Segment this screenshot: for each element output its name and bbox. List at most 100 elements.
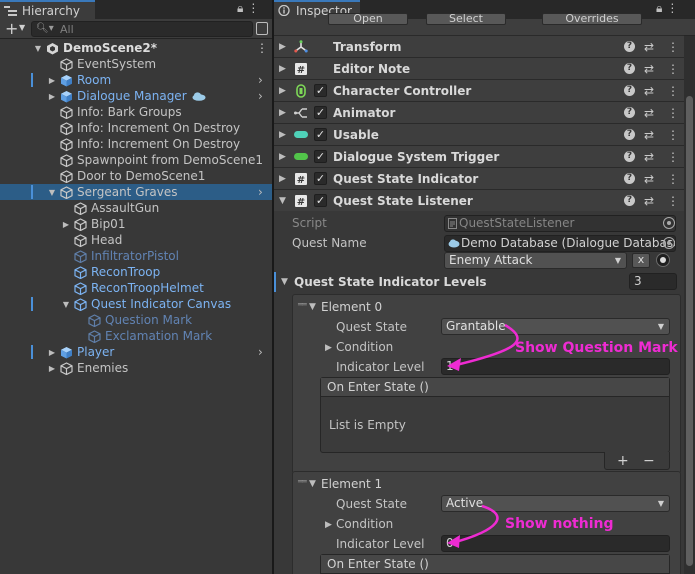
component-enabled-checkbox[interactable]: ✓ [314, 106, 327, 119]
hierarchy-row[interactable]: ▶ Bip01 [0, 216, 272, 232]
component-header[interactable]: ▶ ✓ Dialogue System Trigger? ⇄ ⋮ [274, 145, 684, 167]
hierarchy-tab[interactable]: Hierarchy [0, 0, 95, 19]
kebab-menu-icon[interactable]: ⋮ [667, 84, 679, 98]
script-object-picker-icon[interactable] [663, 217, 675, 229]
fold-closed-icon[interactable]: ▶ [279, 152, 286, 162]
component-header[interactable]: ▶ # ✓ Quest State Indicator? ⇄ ⋮ [274, 167, 684, 189]
component-enabled-checkbox[interactable]: ✓ [314, 194, 327, 207]
lock-icon[interactable]: 🔒︎ [237, 1, 243, 16]
kebab-menu-icon[interactable]: ⋮ [256, 41, 268, 55]
presets-icon[interactable]: ⇄ [644, 84, 654, 98]
quest-state-dropdown[interactable]: Grantable ▼ [441, 318, 670, 335]
fold-open-icon[interactable]: ▼ [47, 188, 57, 197]
quest-state-dropdown[interactable]: Active ▼ [441, 495, 670, 512]
hierarchy-row[interactable]: Info: Increment On Destroy [0, 120, 272, 136]
hierarchy-row[interactable]: ▶ Enemies [0, 360, 272, 376]
component-header[interactable]: ▶ ✓ Usable? ⇄ ⋮ [274, 123, 684, 145]
prefab-select-button[interactable]: Select [426, 13, 506, 25]
component-header[interactable]: ▶ ✓ Animator? ⇄ ⋮ [274, 101, 684, 123]
add-dropdown-caret-icon[interactable]: ▼ [19, 23, 25, 32]
component-header[interactable]: ▼ # ✓ Quest State Listener? ⇄ ⋮ [274, 189, 684, 211]
fold-closed-icon[interactable]: ▶ [279, 174, 286, 184]
fold-closed-icon[interactable]: ▶ [325, 520, 332, 530]
prefab-open-button[interactable]: Open [328, 13, 408, 25]
add-icon[interactable]: + [617, 453, 629, 469]
lock-icon[interactable]: 🔒︎ [656, 1, 662, 16]
help-icon[interactable]: ? [624, 41, 635, 52]
hierarchy-row[interactable]: ▶ Dialogue Manager › [0, 88, 272, 104]
presets-icon[interactable]: ⇄ [644, 194, 654, 208]
presets-icon[interactable]: ⇄ [644, 150, 654, 164]
add-icon[interactable]: + [5, 20, 18, 37]
kebab-menu-icon[interactable]: ⋮ [667, 40, 679, 54]
hierarchy-row[interactable]: Question Mark [0, 312, 272, 328]
fold-closed-icon[interactable]: ▶ [47, 348, 57, 357]
help-icon[interactable]: ? [624, 173, 635, 184]
kebab-menu-icon[interactable]: ⋮ [667, 150, 679, 164]
help-icon[interactable]: ? [624, 151, 635, 162]
hierarchy-row[interactable]: ReconTroopHelmet [0, 280, 272, 296]
hierarchy-row[interactable]: Info: Bark Groups [0, 104, 272, 120]
chevron-right-icon[interactable]: › [258, 89, 263, 103]
fold-open-icon[interactable]: ▼ [279, 196, 286, 206]
hierarchy-row[interactable]: AssaultGun [0, 200, 272, 216]
component-enabled-checkbox[interactable]: ✓ [314, 128, 327, 141]
quest-picker-icon[interactable] [656, 253, 670, 267]
fold-open-icon[interactable]: ▼ [61, 300, 71, 309]
hierarchy-row[interactable]: Head [0, 232, 272, 248]
kebab-menu-icon[interactable]: ⋮ [667, 62, 679, 76]
component-header[interactable]: ▶ ✓ Character Controller? ⇄ ⋮ [274, 79, 684, 101]
fold-open-icon[interactable]: ▼ [309, 479, 316, 489]
kebab-menu-icon[interactable]: ⋮ [667, 128, 679, 142]
hierarchy-row[interactable]: ▼ Quest Indicator Canvas [0, 296, 272, 312]
chevron-right-icon[interactable]: › [258, 345, 263, 359]
presets-icon[interactable]: ⇄ [644, 40, 654, 54]
levels-header[interactable]: ▼ Quest State Indicator Levels [274, 271, 684, 293]
fold-closed-icon[interactable]: ▶ [61, 220, 71, 229]
levels-count-field[interactable]: 3 [629, 273, 677, 290]
hierarchy-row[interactable]: ▼ DemoScene2* ⋮ [0, 40, 272, 56]
chevron-right-icon[interactable]: › [258, 73, 263, 87]
scrollbar-thumb[interactable] [686, 96, 693, 566]
hierarchy-row[interactable]: EventSystem [0, 56, 272, 72]
indicator-level-field[interactable]: 0 [441, 535, 670, 552]
fold-closed-icon[interactable]: ▶ [47, 92, 57, 101]
fold-closed-icon[interactable]: ▶ [279, 108, 286, 118]
component-header[interactable]: ▶ Transform? ⇄ ⋮ [274, 35, 684, 57]
fold-open-icon[interactable]: ▼ [309, 302, 316, 312]
database-object-picker-icon[interactable] [663, 237, 675, 249]
presets-icon[interactable]: ⇄ [644, 172, 654, 186]
chevron-right-icon[interactable]: › [258, 185, 263, 199]
remove-icon[interactable]: − [643, 453, 655, 469]
help-icon[interactable]: ? [624, 107, 635, 118]
drag-handle-icon[interactable]: ══ [298, 477, 307, 486]
fold-closed-icon[interactable]: ▶ [325, 343, 332, 353]
inspector-scrollbar[interactable] [684, 36, 695, 574]
kebab-menu-icon[interactable]: ⋮ [247, 1, 259, 16]
help-icon[interactable]: ? [624, 195, 635, 206]
kebab-menu-icon[interactable]: ⋮ [667, 106, 679, 120]
component-enabled-checkbox[interactable]: ✓ [314, 172, 327, 185]
hierarchy-row[interactable]: ▶ Room › [0, 72, 272, 88]
hierarchy-search-input[interactable] [60, 22, 248, 36]
fold-open-icon[interactable]: ▼ [33, 44, 43, 53]
help-icon[interactable]: ? [624, 85, 635, 96]
component-header[interactable]: ▶ # Editor Note? ⇄ ⋮ [274, 57, 684, 79]
indicator-level-field[interactable]: 1 [441, 358, 670, 375]
presets-icon[interactable]: ⇄ [644, 106, 654, 120]
hierarchy-row[interactable]: ReconTroop [0, 264, 272, 280]
script-field[interactable]: QuestStateListener [444, 215, 676, 232]
prefab-overrides-button[interactable]: Overrides [542, 13, 642, 25]
hierarchy-row[interactable]: Info: Increment On Destroy [0, 136, 272, 152]
fold-closed-icon[interactable]: ▶ [279, 130, 286, 140]
kebab-menu-icon[interactable]: ⋮ [667, 172, 679, 186]
help-icon[interactable]: ? [624, 129, 635, 140]
hierarchy-row[interactable]: Door to DemoScene1 [0, 168, 272, 184]
quest-database-field[interactable]: Demo Database (Dialogue Database [444, 235, 676, 252]
fold-closed-icon[interactable]: ▶ [47, 364, 57, 373]
hierarchy-row[interactable]: ▼ Sergeant Graves › [0, 184, 272, 200]
fold-closed-icon[interactable]: ▶ [279, 86, 286, 96]
fold-closed-icon[interactable]: ▶ [279, 42, 286, 52]
condition-label[interactable]: Condition [336, 517, 393, 531]
condition-label[interactable]: Condition [336, 340, 393, 354]
